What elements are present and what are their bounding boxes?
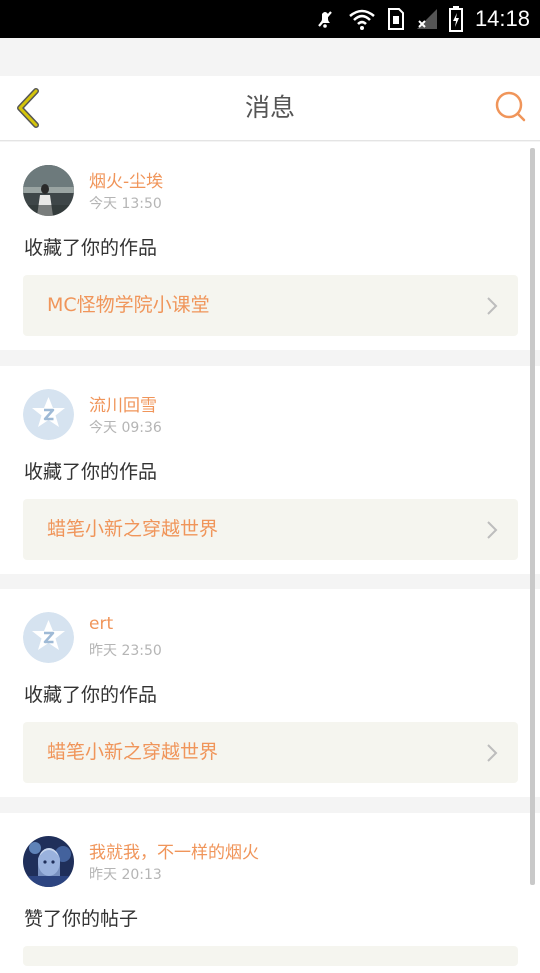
avatar[interactable] (23, 836, 74, 887)
work-link[interactable] (23, 946, 518, 966)
chevron-right-icon (487, 521, 498, 539)
work-link[interactable]: 蜡笔小新之穿越世界 (23, 499, 518, 560)
message-time: 昨天 23:50 (89, 643, 162, 659)
anime-avatar-icon (23, 836, 74, 887)
username[interactable]: 我就我，不一样的烟火 (89, 838, 259, 863)
header: 消息 (0, 76, 540, 141)
action-text: 收藏了你的作品 (24, 237, 158, 259)
avatar[interactable] (23, 612, 74, 663)
message-card[interactable]: 烟火-尘埃 今天 13:50 收藏了你的作品 MC怪物学院小课堂 (0, 142, 540, 350)
chevron-right-icon (487, 297, 498, 315)
qq-avatar-icon (23, 612, 74, 663)
work-title: 蜡笔小新之穿越世界 (47, 518, 219, 540)
status-bar: 14:18 (0, 0, 540, 38)
qq-avatar-icon (23, 389, 74, 440)
scrollbar[interactable] (530, 148, 535, 885)
message-time: 昨天 20:13 (89, 867, 162, 883)
message-time: 今天 09:36 (89, 420, 162, 436)
work-link[interactable]: MC怪物学院小课堂 (23, 275, 518, 336)
avatar[interactable] (23, 165, 74, 216)
action-text: 收藏了你的作品 (24, 461, 158, 483)
search-button[interactable] (494, 90, 528, 124)
mute-icon (313, 7, 337, 31)
work-link[interactable]: 蜡笔小新之穿越世界 (23, 722, 518, 783)
avatar[interactable] (23, 389, 74, 440)
photo-avatar-icon (23, 165, 74, 216)
chevron-right-icon (487, 744, 498, 762)
username[interactable]: 流川回雪 (89, 391, 157, 416)
sim-icon (387, 7, 405, 31)
battery-icon (448, 6, 463, 32)
message-card[interactable]: 流川回雪 今天 09:36 收藏了你的作品 蜡笔小新之穿越世界 (0, 366, 540, 574)
action-text: 赞了你的帖子 (24, 908, 139, 930)
search-icon (495, 91, 526, 122)
work-title: MC怪物学院小课堂 (47, 294, 210, 316)
message-card[interactable]: 我就我，不一样的烟火 昨天 20:13 赞了你的帖子 (0, 813, 540, 973)
message-card[interactable]: ert 昨天 23:50 收藏了你的作品 蜡笔小新之穿越世界 (0, 589, 540, 797)
status-time: 14:18 (474, 6, 530, 31)
action-text: 收藏了你的作品 (24, 684, 158, 706)
wifi-icon (347, 7, 377, 31)
username[interactable]: 烟火-尘埃 (89, 167, 163, 192)
work-title: 蜡笔小新之穿越世界 (47, 741, 219, 763)
status-icons: 14:18 (313, 0, 530, 38)
message-time: 今天 13:50 (89, 196, 162, 212)
signal-icon (415, 7, 439, 31)
username[interactable]: ert (89, 614, 113, 634)
page-title: 消息 (244, 93, 295, 122)
